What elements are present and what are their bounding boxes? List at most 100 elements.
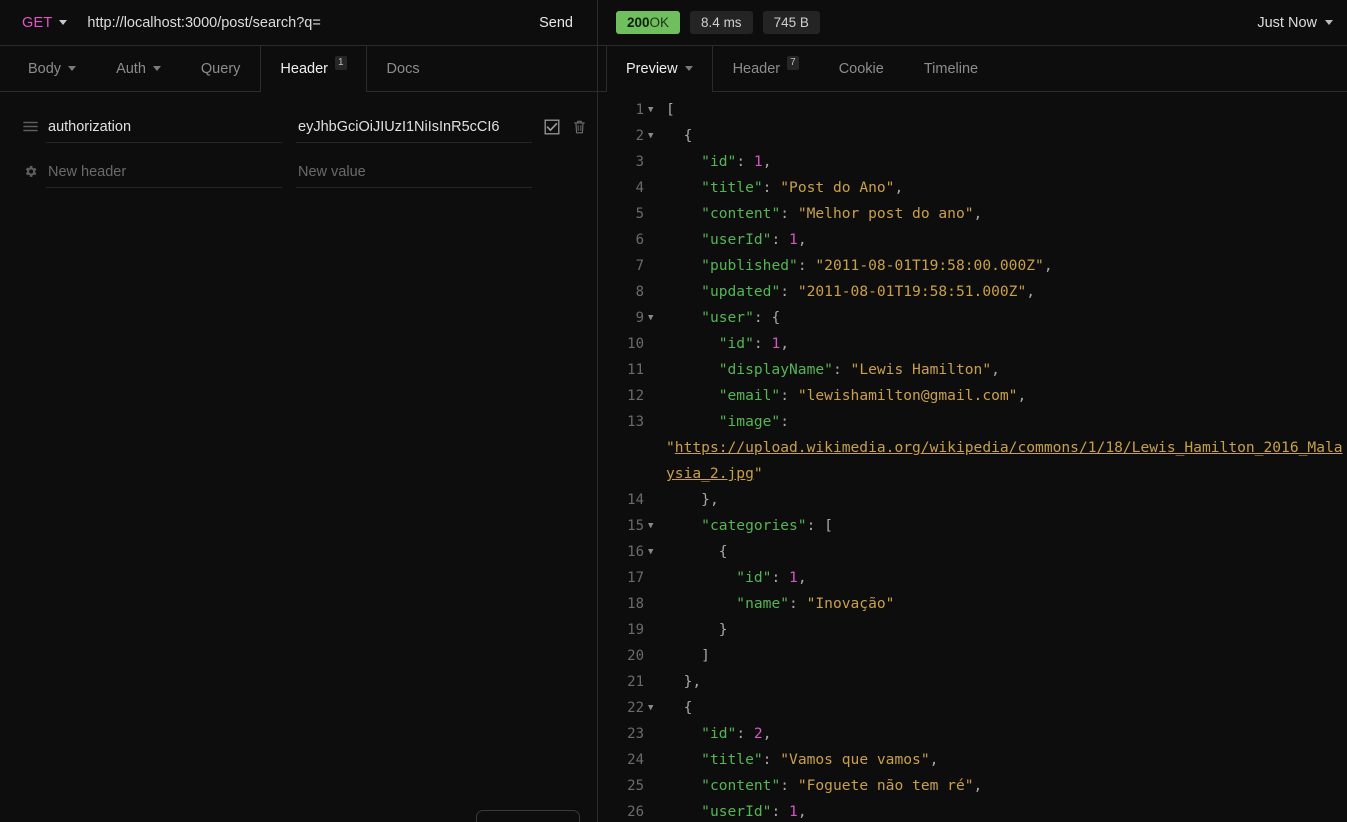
fold-triangle-icon[interactable]: ▼ [646,695,660,721]
header-key-input[interactable] [46,156,282,187]
line-number: 14 [627,492,644,508]
json-token: 1 [789,231,798,248]
code-line: 17 "id": 1, [598,565,1347,591]
response-size-badge: 745 B [762,11,820,34]
line-number: 5 [635,206,644,222]
json-token: 1 [753,153,763,170]
header-key-field [46,104,282,149]
chevron-down-icon [152,66,161,71]
code-content: "name": "Inovação" [660,591,1347,617]
code-line: 15 ▼ "categories": [ [598,513,1347,539]
json-token: : [736,153,754,170]
json-token: "published" [666,257,798,274]
code-line: 23 "id": 2, [598,721,1347,747]
json-token: "displayName" [666,361,833,378]
json-token: "Lewis Hamilton" [850,361,992,378]
drag-handle-icon[interactable] [14,118,46,135]
json-token: "Melhor post do ano" [797,205,974,222]
header-row [0,149,597,194]
tab-docs[interactable]: Docs [367,46,440,91]
tab-preview[interactable]: Preview [606,46,713,92]
http-method-select[interactable]: GET [22,15,68,31]
header-key-input[interactable] [46,111,282,142]
code-content: "title": "Vamos que vamos", [660,747,1347,773]
json-token: 1 [771,335,781,352]
code-content: "image": "https://upload.wikimedia.org/w… [660,409,1347,487]
json-token: "content" [666,777,781,794]
trash-icon[interactable] [572,119,587,135]
json-token: "2011-08-01T19:58:51.000Z" [797,283,1027,300]
code-content: { [660,695,1347,721]
code-line: 4 "title": "Post do Ano", [598,175,1347,201]
line-number: 10 [627,336,644,352]
line-number: 26 [627,804,644,820]
json-token: : [762,751,781,768]
tab-label: Body [28,60,62,77]
header-value-input[interactable] [296,156,532,187]
json-token: "updated" [666,283,781,300]
json-token: "userId" [666,231,772,248]
json-token: "name" [666,595,790,612]
header-value-input[interactable] [296,111,532,142]
code-content: "id": 1, [660,149,1347,175]
line-number: 4 [635,180,644,196]
request-panel: GET Send Body Auth Query Header 1 Docs [0,0,598,822]
code-content: "email": "lewishamilton@gmail.com", [660,383,1347,409]
code-content: "content": "Melhor post do ano", [660,201,1347,227]
line-number: 15 [627,518,644,534]
tab-auth[interactable]: Auth [96,46,181,91]
json-token: : [ [806,517,833,534]
json-response-viewer[interactable]: 1 ▼[2 ▼ {3 "id": 1, 4 "title": "Post do Ano… [598,92,1347,822]
code-content: "id": 1, [660,565,1347,591]
json-token: "content" [666,205,781,222]
fold-triangle-icon[interactable]: ▼ [646,97,660,123]
fold-triangle-icon[interactable]: ▼ [646,513,660,539]
json-token: : [789,595,807,612]
code-line: 3 "id": 1, [598,149,1347,175]
code-line: 5 "content": "Melhor post do ano", [598,201,1347,227]
line-number: 6 [635,232,644,248]
json-token: , [1017,387,1027,404]
tab-header[interactable]: Header 1 [260,46,367,92]
json-token: , [1043,257,1053,274]
fold-triangle-icon[interactable]: ▼ [646,305,660,331]
json-token: : [832,361,851,378]
url-input[interactable] [87,14,530,31]
json-token: , [973,205,983,222]
tab-label: Header [732,60,781,77]
tab-body[interactable]: Body [8,46,96,91]
tab-query[interactable]: Query [181,46,261,91]
json-token: "title" [666,751,763,768]
chevron-down-icon [59,20,68,25]
json-token: "title" [666,179,763,196]
json-url-link[interactable]: https://upload.wikimedia.org/wikipedia/c… [666,439,1343,482]
bottom-floating-widget[interactable] [476,810,580,822]
code-content: "userId": 1, [660,799,1347,822]
tab-cookie[interactable]: Cookie [819,46,904,91]
code-line: 9 ▼ "user": { [598,305,1347,331]
tab-header[interactable]: Header 7 [713,46,819,91]
headers-list [0,92,597,822]
code-line: 19 } [598,617,1347,643]
send-button[interactable]: Send [529,11,583,35]
line-number: 16 [627,544,644,560]
response-time-badge: 8.4 ms [690,11,753,34]
json-token: "Foguete não tem ré" [797,777,974,794]
json-token: : [780,283,798,300]
gear-icon[interactable] [14,164,46,179]
json-token: : [771,803,790,820]
json-token: , [797,803,807,820]
json-token: "Inovação" [806,595,895,612]
tab-timeline[interactable]: Timeline [904,46,998,91]
checkbox-checked-icon[interactable] [544,119,560,135]
tab-label: Cookie [838,60,884,77]
code-line: 22 ▼ { [598,695,1347,721]
fold-triangle-icon[interactable]: ▼ [646,539,660,565]
json-token: , [973,777,983,794]
tab-count-badge: 7 [787,55,799,70]
response-timestamp-select[interactable]: Just Now [1257,15,1333,31]
fold-triangle-icon[interactable]: ▼ [646,123,660,149]
json-token: , [780,335,790,352]
code-line: 25 "content": "Foguete não tem ré", [598,773,1347,799]
json-token: : [753,335,772,352]
